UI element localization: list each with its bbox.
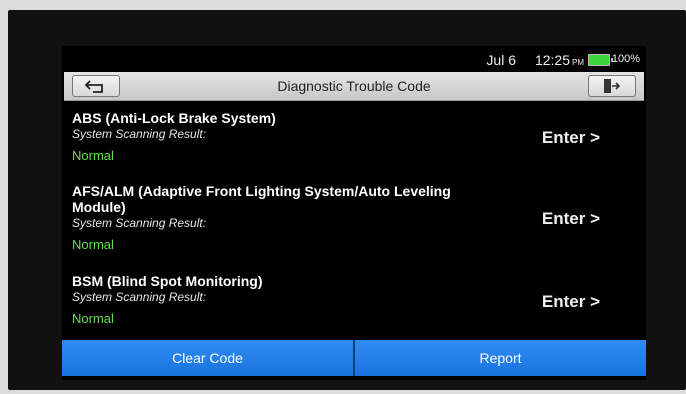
status-ampm: PM [572, 58, 584, 67]
system-name: ABS (Anti-Lock Brake System) [72, 110, 276, 126]
status-date: Jul 6 [486, 52, 516, 68]
clear-code-button[interactable]: Clear Code [62, 340, 353, 376]
system-name-line1: AFS/ALM (Adaptive Front Lighting System/… [72, 183, 451, 199]
exit-door-icon [604, 79, 621, 93]
device-screen: Jul 6 12:25 PM 100% Diagnostic Trouble Co… [62, 46, 646, 380]
status-time: 12:25 PM [535, 52, 584, 68]
report-button[interactable]: Report [355, 340, 646, 376]
bottom-action-bar: Clear Code Report [62, 340, 646, 376]
battery-icon [588, 54, 613, 66]
enter-button-bsm[interactable]: Enter > [542, 292, 600, 312]
page-title: Diagnostic Trouble Code [277, 78, 431, 94]
scan-result-value: Normal [72, 237, 114, 252]
exit-button[interactable] [588, 75, 636, 97]
title-bar: Diagnostic Trouble Code [64, 72, 644, 101]
status-time-value: 12:25 [534, 52, 570, 68]
enter-button-abs[interactable]: Enter > [542, 128, 600, 148]
status-bar: Jul 6 12:25 PM 100% [62, 46, 646, 72]
battery-percent: 100% [611, 53, 640, 65]
enter-button-afs[interactable]: Enter > [542, 209, 600, 229]
system-name: BSM (Blind Spot Monitoring) [72, 273, 263, 289]
scan-result-value: Normal [72, 311, 114, 326]
scan-result-value: Normal [72, 148, 114, 163]
